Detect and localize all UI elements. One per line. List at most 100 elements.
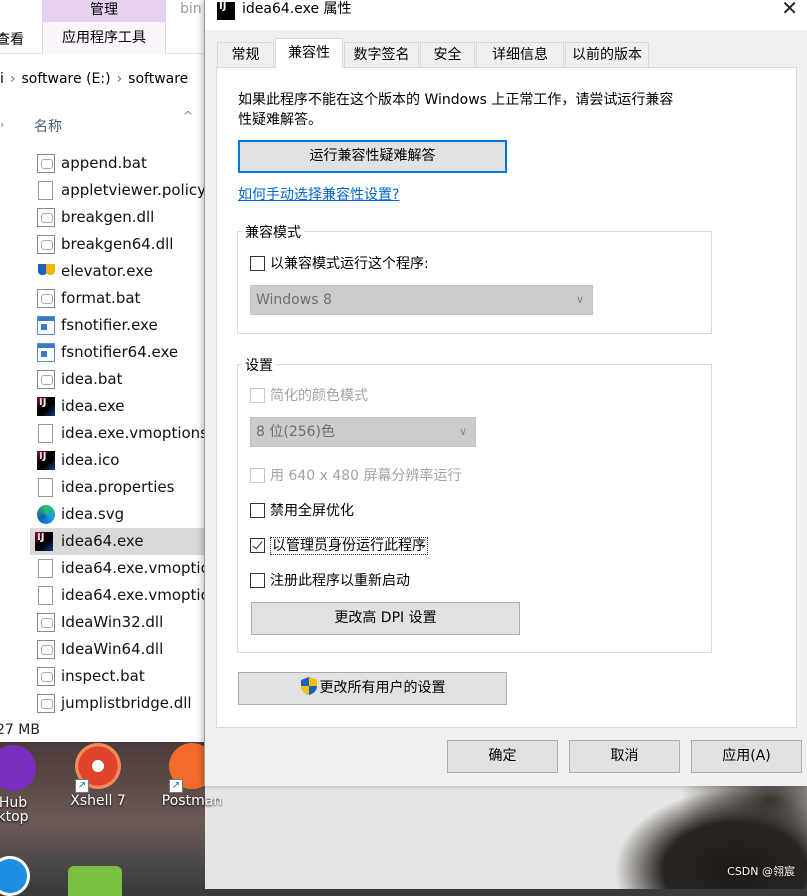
file-explorer-window: 管理 bin 查看 应用程序工具 i › software (E:) › softwar… xyxy=(0,0,212,742)
file-row[interactable]: elevator.exe xyxy=(32,258,212,285)
disable-fullscreen-checkbox[interactable]: 禁用全屏优化 xyxy=(250,500,354,520)
file-row[interactable]: idea.bat xyxy=(32,366,212,393)
file-row[interactable]: idea64.exe.vmoptio xyxy=(32,555,212,582)
register-restart-label: 注册此程序以重新启动 xyxy=(270,573,410,589)
compat-mode-group: 兼容模式 以兼容模式运行这个程序: Windows 8 ∨ xyxy=(237,222,712,334)
desktop-icon-github-desktop[interactable]: Hub ktop xyxy=(0,745,48,825)
file-row[interactable]: idea64.exe.vmoptio xyxy=(32,582,212,609)
file-row[interactable]: inspect.bat xyxy=(32,663,212,690)
checkbox-box[interactable] xyxy=(250,573,265,588)
desktop-icon-xshell[interactable]: ↗ Xshell 7 xyxy=(63,743,133,809)
tab-general[interactable]: 常规 xyxy=(217,42,274,68)
checkbox-box-checked[interactable] xyxy=(250,538,265,553)
file-row[interactable]: fsnotifier64.exe xyxy=(32,339,212,366)
blank-file-icon xyxy=(38,424,53,443)
file-row[interactable]: IdeaWin32.dll xyxy=(32,609,212,636)
breadcrumb-separator-icon: › xyxy=(116,71,123,87)
ribbon-tab-manage[interactable]: 管理 xyxy=(42,0,166,22)
file-name: idea64.exe.vmoptio xyxy=(61,586,210,604)
properties-dialog: idea64.exe 属性 ✕ 常规 兼容性 数字签名 安全 详细信息 以前的版… xyxy=(204,0,807,786)
bat-file-icon xyxy=(37,154,55,173)
tab-security[interactable]: 安全 xyxy=(420,42,475,68)
change-all-users-button[interactable]: 更改所有用户的设置 xyxy=(238,672,507,705)
watermark: CSDN @翎宸 xyxy=(727,865,795,878)
file-name: inspect.bat xyxy=(61,667,145,685)
bat-file-icon xyxy=(37,667,55,686)
run-as-admin-checkbox[interactable]: 以管理员身份运行此程序 xyxy=(250,535,428,555)
file-name: idea.properties xyxy=(61,478,175,496)
file-name: idea.bat xyxy=(61,370,123,388)
address-bar[interactable]: i › software (E:) › software xyxy=(0,63,212,95)
register-restart-checkbox[interactable]: 注册此程序以重新启动 xyxy=(250,570,410,590)
apply-button[interactable]: 应用(A) xyxy=(691,740,802,773)
checkbox-box xyxy=(250,468,265,483)
elevator-icon xyxy=(37,262,55,281)
file-row[interactable]: format.bat xyxy=(32,285,212,312)
shortcut-arrow-icon: ↗ xyxy=(75,779,89,793)
breadcrumb-separator-icon: › xyxy=(9,71,16,87)
close-icon[interactable]: ✕ xyxy=(781,0,798,20)
file-row[interactable]: append.bat xyxy=(32,150,212,177)
tab-details[interactable]: 详细信息 xyxy=(476,42,564,68)
file-row[interactable]: breakgen64.dll xyxy=(32,231,212,258)
file-row[interactable]: idea.properties xyxy=(32,474,212,501)
cancel-button[interactable]: 取消 xyxy=(569,740,680,773)
settings-group-label: 设置 xyxy=(242,355,276,375)
tab-digital-signatures[interactable]: 数字签名 xyxy=(344,42,419,68)
file-name: idea.svg xyxy=(61,505,125,523)
tab-previous-versions[interactable]: 以前的版本 xyxy=(565,42,649,68)
breadcrumb-folder[interactable]: software xyxy=(128,71,188,87)
file-list: append.bat appletviewer.policy breakgen.dl… xyxy=(30,150,212,717)
bat-file-icon xyxy=(37,370,55,389)
file-row[interactable]: idea64.exe xyxy=(30,528,212,555)
ok-button[interactable]: 确定 xyxy=(447,740,558,773)
xshell-icon: ↗ xyxy=(75,743,121,793)
ribbon-tab-app-tools[interactable]: 应用程序工具 xyxy=(42,22,166,54)
column-header-name[interactable]: 名称 xyxy=(34,116,62,136)
ribbon-tab-view[interactable]: 查看 xyxy=(0,29,24,49)
compat-mode-checkbox[interactable]: 以兼容模式运行这个程序: xyxy=(250,253,429,273)
intellij-icon xyxy=(37,394,55,416)
compat-mode-group-label: 兼容模式 xyxy=(242,222,304,242)
desktop-icon-label: Xshell 7 xyxy=(70,793,126,809)
tab-compatibility[interactable]: 兼容性 xyxy=(275,38,343,68)
file-name: jumplistbridge.dll xyxy=(61,694,192,712)
github-desktop-icon xyxy=(0,745,36,791)
change-dpi-button[interactable]: 更改高 DPI 设置 xyxy=(251,602,520,635)
file-row[interactable]: idea.exe xyxy=(32,393,212,420)
blank-file-icon xyxy=(38,586,53,605)
manual-compat-link[interactable]: 如何手动选择兼容性设置? xyxy=(238,184,399,204)
file-name: idea.exe xyxy=(61,397,125,415)
file-row[interactable]: idea.svg xyxy=(32,501,212,528)
file-row[interactable]: jumplistbridge.dll xyxy=(32,690,212,717)
intellij-icon xyxy=(217,1,235,20)
breadcrumb-drive[interactable]: software (E:) xyxy=(22,71,111,87)
file-row[interactable]: appletviewer.policy xyxy=(32,177,212,204)
dll-file-icon xyxy=(37,235,55,254)
compat-mode-checkbox-label: 以兼容模式运行这个程序: xyxy=(270,256,429,272)
window-title-bin: bin xyxy=(180,1,202,17)
run-troubleshooter-button[interactable]: 运行兼容性疑难解答 xyxy=(238,140,507,173)
ribbon-tab-row: 查看 应用程序工具 xyxy=(0,22,212,54)
intellij-icon xyxy=(35,529,53,551)
dialog-title: idea64.exe 属性 xyxy=(242,1,352,17)
blank-file-icon xyxy=(38,181,53,200)
file-row[interactable]: idea.ico xyxy=(32,447,212,474)
file-row[interactable]: idea.exe.vmoptions xyxy=(32,420,212,447)
column-header-row: 名称 ^ xyxy=(0,108,212,142)
edge-icon xyxy=(37,505,55,524)
exe-window-icon xyxy=(37,343,55,362)
chevron-down-icon: ∨ xyxy=(458,425,467,438)
shortcut-arrow-icon: ↗ xyxy=(169,779,183,793)
blank-file-icon xyxy=(38,478,53,497)
compatibility-panel: 如果此程序不能在这个版本的 Windows 上正常工作，请尝试运行兼容 性疑难解… xyxy=(216,67,797,728)
checkbox-box[interactable] xyxy=(250,256,265,271)
checkbox-box xyxy=(250,388,265,403)
file-row[interactable]: IdeaWin64.dll xyxy=(32,636,212,663)
checkbox-box[interactable] xyxy=(250,503,265,518)
file-name: idea64.exe.vmoptio xyxy=(61,559,210,577)
file-row[interactable]: breakgen.dll xyxy=(32,204,212,231)
desktop-icon-bottom-2[interactable] xyxy=(68,866,122,896)
file-row[interactable]: fsnotifier.exe xyxy=(32,312,212,339)
compat-os-select[interactable]: Windows 8 ∨ xyxy=(250,285,593,315)
